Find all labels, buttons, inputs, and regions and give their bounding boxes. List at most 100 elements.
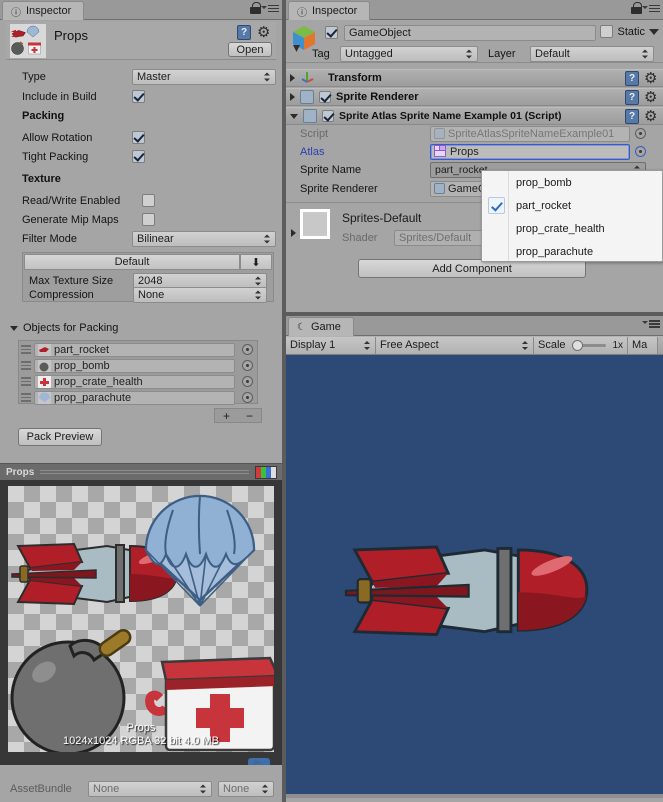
chevron-right-icon[interactable] — [291, 229, 296, 237]
display-dropdown[interactable]: Display 1 — [286, 336, 376, 354]
assetbundle-variant-dropdown[interactable]: None — [218, 781, 274, 797]
drag-handle-icon[interactable] — [21, 377, 31, 386]
platform-tab-default[interactable]: Default — [24, 254, 240, 270]
open-button[interactable]: Open — [228, 42, 272, 57]
gameobject-enabled-checkbox[interactable] — [325, 26, 338, 39]
tab-game[interactable]: ☾ Game — [288, 317, 354, 336]
chevron-down-icon[interactable] — [649, 28, 659, 35]
layer-label: Layer — [488, 47, 516, 60]
filter-mode-label: Filter Mode — [22, 232, 78, 245]
type-row: Type Master — [22, 68, 276, 85]
compression-row: Compression None — [29, 286, 271, 303]
read-write-checkbox[interactable] — [142, 194, 155, 207]
assetbundle-row: AssetBundle None None — [0, 778, 282, 800]
chevron-updown-icon — [255, 289, 262, 300]
menu-item-label: prop_parachute — [516, 245, 594, 258]
gear-icon[interactable] — [644, 71, 659, 86]
filter-mode-dropdown[interactable]: Bilinear — [132, 230, 276, 247]
allow-rotation-checkbox[interactable] — [132, 131, 145, 144]
help-book-icon[interactable] — [237, 25, 251, 40]
chevron-updown-icon — [255, 275, 262, 286]
list-item[interactable]: prop_crate_health — [21, 374, 257, 389]
layer-dropdown[interactable]: Default — [530, 45, 654, 62]
mipmaps-checkbox[interactable] — [142, 213, 155, 226]
gear-icon[interactable] — [257, 25, 272, 40]
static-checkbox[interactable] — [600, 25, 614, 38]
atlas-value: Props — [450, 145, 479, 158]
object-picker-icon[interactable] — [635, 128, 646, 139]
drag-handle-icon[interactable] — [21, 345, 31, 354]
menu-item-prop-bomb[interactable]: prop_bomb — [482, 171, 662, 194]
help-book-icon[interactable] — [625, 89, 639, 105]
vertical-splitter[interactable] — [282, 0, 286, 802]
sprite-atlas-icon — [434, 145, 447, 158]
sprite-renderer-icon — [300, 90, 314, 104]
object-picker-icon[interactable] — [635, 146, 646, 157]
sprite-name-dropdown-menu[interactable]: prop_bomb part_rocket prop_crate_health … — [481, 170, 663, 262]
hamburger-icon[interactable] — [261, 3, 279, 14]
remove-item-button[interactable]: − — [246, 409, 253, 423]
drag-handle-icon[interactable] — [21, 361, 31, 370]
menu-item-part-rocket[interactable]: part_rocket — [482, 194, 662, 217]
list-item[interactable]: prop_parachute — [21, 390, 257, 405]
chevron-right-icon[interactable] — [290, 93, 295, 101]
pack-preview-button[interactable]: Pack Preview — [18, 428, 102, 446]
chevron-right-icon[interactable] — [290, 74, 295, 82]
rgb-channels-icon[interactable] — [255, 465, 277, 479]
object-picker-icon[interactable] — [242, 376, 253, 387]
filter-mode-value: Bilinear — [137, 232, 174, 245]
gear-icon[interactable] — [644, 109, 659, 124]
hamburger-icon[interactable] — [642, 3, 660, 14]
asset-header-icons — [237, 25, 272, 40]
chevron-updown-icon — [264, 233, 271, 244]
component-header-sprite-renderer[interactable]: Sprite Renderer — [286, 88, 663, 106]
scale-slider[interactable] — [571, 339, 607, 351]
object-picker-icon[interactable] — [242, 392, 253, 403]
gameobject-name-input[interactable]: GameObject — [344, 25, 596, 41]
compression-dropdown[interactable]: None — [133, 286, 267, 303]
menu-item-prop-parachute[interactable]: prop_parachute — [482, 240, 662, 263]
chevron-down-icon[interactable] — [290, 113, 298, 119]
scale-label: Scale — [538, 339, 566, 351]
help-book-icon[interactable] — [625, 108, 639, 124]
script-icon — [303, 109, 317, 123]
sprite-renderer-enabled-checkbox[interactable] — [319, 91, 331, 103]
game-canvas[interactable] — [286, 355, 663, 798]
lock-icon[interactable] — [631, 2, 642, 14]
drag-handle-icon[interactable] — [21, 393, 31, 402]
gear-icon[interactable] — [644, 90, 659, 105]
tab-inspector-left[interactable]: ⓘ Inspector — [2, 1, 85, 20]
object-picker-icon[interactable] — [242, 344, 253, 355]
horizontal-splitter[interactable] — [286, 312, 663, 316]
add-item-button[interactable]: + — [223, 409, 230, 423]
maximize-on-play-toggle[interactable]: Ma — [628, 336, 658, 354]
game-tabstrip: ☾ Game — [286, 316, 663, 336]
download-icon[interactable] — [240, 254, 272, 270]
slider-knob[interactable] — [571, 339, 583, 351]
shader-label: Shader — [342, 231, 378, 244]
aspect-dropdown[interactable]: Free Aspect — [376, 336, 534, 354]
help-book-icon[interactable] — [625, 70, 639, 86]
include-in-build-checkbox[interactable] — [132, 90, 145, 103]
list-item[interactable]: part_rocket — [21, 342, 257, 357]
tab-inspector-right[interactable]: ⓘ Inspector — [288, 1, 371, 20]
assetbundle-dropdown[interactable]: None — [88, 781, 212, 797]
tag-dropdown[interactable]: Untagged — [340, 45, 478, 62]
atlas-objectfield[interactable]: Props — [430, 143, 630, 160]
component-header-script[interactable]: Sprite Atlas Sprite Name Example 01 (Scr… — [286, 107, 663, 125]
tight-packing-checkbox[interactable] — [132, 150, 145, 163]
lock-icon[interactable] — [250, 2, 261, 14]
type-dropdown[interactable]: Master — [132, 68, 276, 85]
menu-item-label: prop_crate_health — [516, 222, 605, 235]
assetbundle-variant-value: None — [223, 783, 250, 795]
hamburger-icon[interactable] — [642, 318, 660, 329]
object-picker-icon[interactable] — [242, 360, 253, 371]
menu-item-prop-crate-health[interactable]: prop_crate_health — [482, 217, 662, 240]
script-enabled-checkbox[interactable] — [322, 110, 334, 122]
asset-label-icon[interactable] — [248, 758, 270, 765]
chevron-updown-icon — [522, 340, 529, 351]
list-item[interactable]: prop_bomb — [21, 358, 257, 373]
component-header-transform[interactable]: Transform — [286, 69, 663, 87]
objects-for-packing-foldout[interactable]: Objects for Packing — [10, 322, 118, 334]
scale-slider-group[interactable]: Scale 1x — [534, 336, 628, 354]
